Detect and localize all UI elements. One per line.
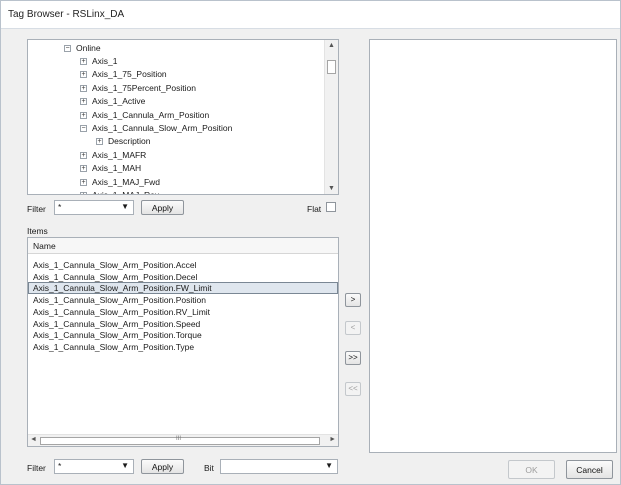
ok-button[interactable]: OK bbox=[508, 460, 555, 479]
bit-combo[interactable]: ▼ bbox=[220, 459, 338, 474]
scroll-up-icon[interactable]: ▲ bbox=[328, 42, 335, 49]
tag-tree[interactable]: − Online + Axis_1 + Axis_1_75_Position + Axis_1… bbox=[27, 39, 339, 195]
expand-toggle-icon[interactable]: + bbox=[96, 138, 103, 146]
dropdown-arrow-icon[interactable]: ▼ bbox=[121, 202, 129, 211]
tree-item-label: Axis_1_MAFR bbox=[92, 149, 147, 160]
tag-browser-window: Tag Browser - RSLinx_DA − Online + Axis_1 + A… bbox=[0, 0, 621, 485]
remove-all-button[interactable]: << bbox=[345, 382, 361, 396]
list-item[interactable]: Axis_1_Cannula_Slow_Arm_Position.FW_Limi… bbox=[28, 282, 338, 295]
items-list[interactable]: Name Axis_1_Cannula_Slow_Arm_Position.Ac… bbox=[27, 237, 339, 447]
flat-checkbox[interactable] bbox=[326, 202, 336, 212]
expand-toggle-icon[interactable]: + bbox=[80, 98, 87, 106]
tree-item-label: Axis_1 bbox=[92, 56, 118, 66]
bottom-apply-button[interactable]: Apply bbox=[141, 459, 184, 474]
tree-node[interactable]: + Axis_1_Active bbox=[80, 95, 146, 108]
dropdown-arrow-icon[interactable]: ▼ bbox=[121, 461, 129, 470]
expand-toggle-icon[interactable]: + bbox=[80, 58, 87, 65]
window-title: Tag Browser - RSLinx_DA bbox=[8, 9, 125, 20]
list-item[interactable]: Axis_1_Cannula_Slow_Arm_Position.Positio… bbox=[28, 294, 338, 306]
tree-node[interactable]: + Axis_1_75Percent_Position bbox=[80, 82, 196, 95]
tree-item-label: Axis_1_75_Position bbox=[92, 69, 167, 80]
list-item[interactable]: Axis_1_Cannula_Slow_Arm_Position.Torque bbox=[28, 329, 338, 341]
items-label: Items bbox=[27, 226, 48, 236]
expand-toggle-icon[interactable]: + bbox=[80, 84, 87, 92]
scroll-left-icon[interactable]: ◄ bbox=[30, 436, 37, 443]
top-filter-label: Filter bbox=[27, 204, 46, 214]
scroll-right-icon[interactable]: ► bbox=[329, 436, 336, 443]
tree-item-label: Axis_1_Cannula_Slow_Arm_Position bbox=[92, 123, 233, 133]
tree-item-label: Description bbox=[108, 136, 151, 147]
items-column-header[interactable]: Name bbox=[28, 238, 338, 254]
tree-node[interactable]: − Axis_1_Cannula_Slow_Arm_Position bbox=[80, 122, 233, 135]
bottom-filter-combo[interactable]: * ▼ bbox=[54, 459, 134, 474]
expand-toggle-icon[interactable]: + bbox=[80, 151, 87, 159]
title-bar[interactable]: Tag Browser - RSLinx_DA bbox=[1, 1, 620, 29]
expand-toggle-icon[interactable]: − bbox=[64, 45, 71, 52]
top-filter-value: * bbox=[58, 202, 62, 212]
items-horizontal-scrollbar[interactable]: ◄ III ► bbox=[28, 434, 338, 446]
tree-item-label: Axis_1_MAJ_Fwd bbox=[92, 176, 161, 187]
tree-vertical-scrollbar[interactable]: ▲ ▼ bbox=[324, 40, 338, 194]
expand-toggle-icon[interactable]: + bbox=[80, 111, 87, 119]
list-item[interactable]: Axis_1_Cannula_Slow_Arm_Position.Speed bbox=[28, 318, 338, 330]
remove-selected-button[interactable]: < bbox=[345, 321, 361, 335]
expand-toggle-icon[interactable]: + bbox=[80, 192, 87, 194]
list-item[interactable]: Axis_1_Cannula_Slow_Arm_Position.Decel bbox=[28, 271, 338, 283]
tree-node[interactable]: + Axis_1_MAFR bbox=[80, 149, 147, 162]
tree-item-label: Axis_1_75Percent_Position bbox=[92, 82, 196, 93]
dropdown-arrow-icon[interactable]: ▼ bbox=[325, 461, 333, 470]
add-selected-button[interactable]: > bbox=[345, 293, 361, 307]
tree-scroll-thumb[interactable] bbox=[327, 60, 336, 74]
scroll-grip-icon: III bbox=[176, 436, 182, 442]
tree-item-label: Axis_1_MAH bbox=[92, 163, 142, 174]
expand-toggle-icon[interactable]: + bbox=[80, 71, 87, 79]
bit-label: Bit bbox=[204, 463, 214, 473]
tree-node[interactable]: + Axis_1_MAJ_Fwd bbox=[80, 176, 161, 189]
cancel-button[interactable]: Cancel bbox=[566, 460, 613, 479]
list-item[interactable]: Axis_1_Cannula_Slow_Arm_Position.Type bbox=[28, 341, 338, 353]
expand-toggle-icon[interactable]: − bbox=[80, 125, 87, 132]
tree-item-label: Axis_1_Active bbox=[92, 96, 146, 107]
list-item[interactable]: Axis_1_Cannula_Slow_Arm_Position.Accel bbox=[28, 259, 338, 271]
tree-node[interactable]: + Axis_1_Cannula_Arm_Position bbox=[80, 109, 210, 122]
bottom-filter-value: * bbox=[58, 461, 62, 471]
top-apply-button[interactable]: Apply bbox=[141, 200, 184, 215]
name-column-label: Name bbox=[33, 241, 56, 251]
bottom-filter-label: Filter bbox=[27, 463, 46, 473]
flat-label: Flat bbox=[307, 204, 322, 214]
tree-node[interactable]: + Description bbox=[96, 135, 151, 148]
tree-node[interactable]: + Axis_1 bbox=[80, 55, 118, 68]
top-filter-combo[interactable]: * ▼ bbox=[54, 200, 134, 215]
tree-node[interactable]: + Axis_1_MAH bbox=[80, 162, 142, 175]
tree-item-label: Axis_1_Cannula_Arm_Position bbox=[92, 109, 210, 120]
tree-node[interactable]: + Axis_1_MAJ_Rev bbox=[80, 189, 160, 195]
list-item[interactable]: Axis_1_Cannula_Slow_Arm_Position.RV_Limi… bbox=[28, 306, 338, 318]
expand-toggle-icon[interactable]: + bbox=[80, 165, 87, 173]
tree-node[interactable]: + Axis_1_75_Position bbox=[80, 68, 167, 81]
tree-item-label: Axis_1_MAJ_Rev bbox=[92, 190, 160, 195]
tree-item-label: Online bbox=[76, 43, 101, 53]
tree-node-online[interactable]: − Online bbox=[64, 42, 101, 55]
add-all-button[interactable]: >> bbox=[345, 351, 361, 365]
selected-tags-list[interactable] bbox=[369, 39, 617, 453]
scroll-down-icon[interactable]: ▼ bbox=[328, 185, 335, 192]
expand-toggle-icon[interactable]: + bbox=[80, 178, 87, 186]
